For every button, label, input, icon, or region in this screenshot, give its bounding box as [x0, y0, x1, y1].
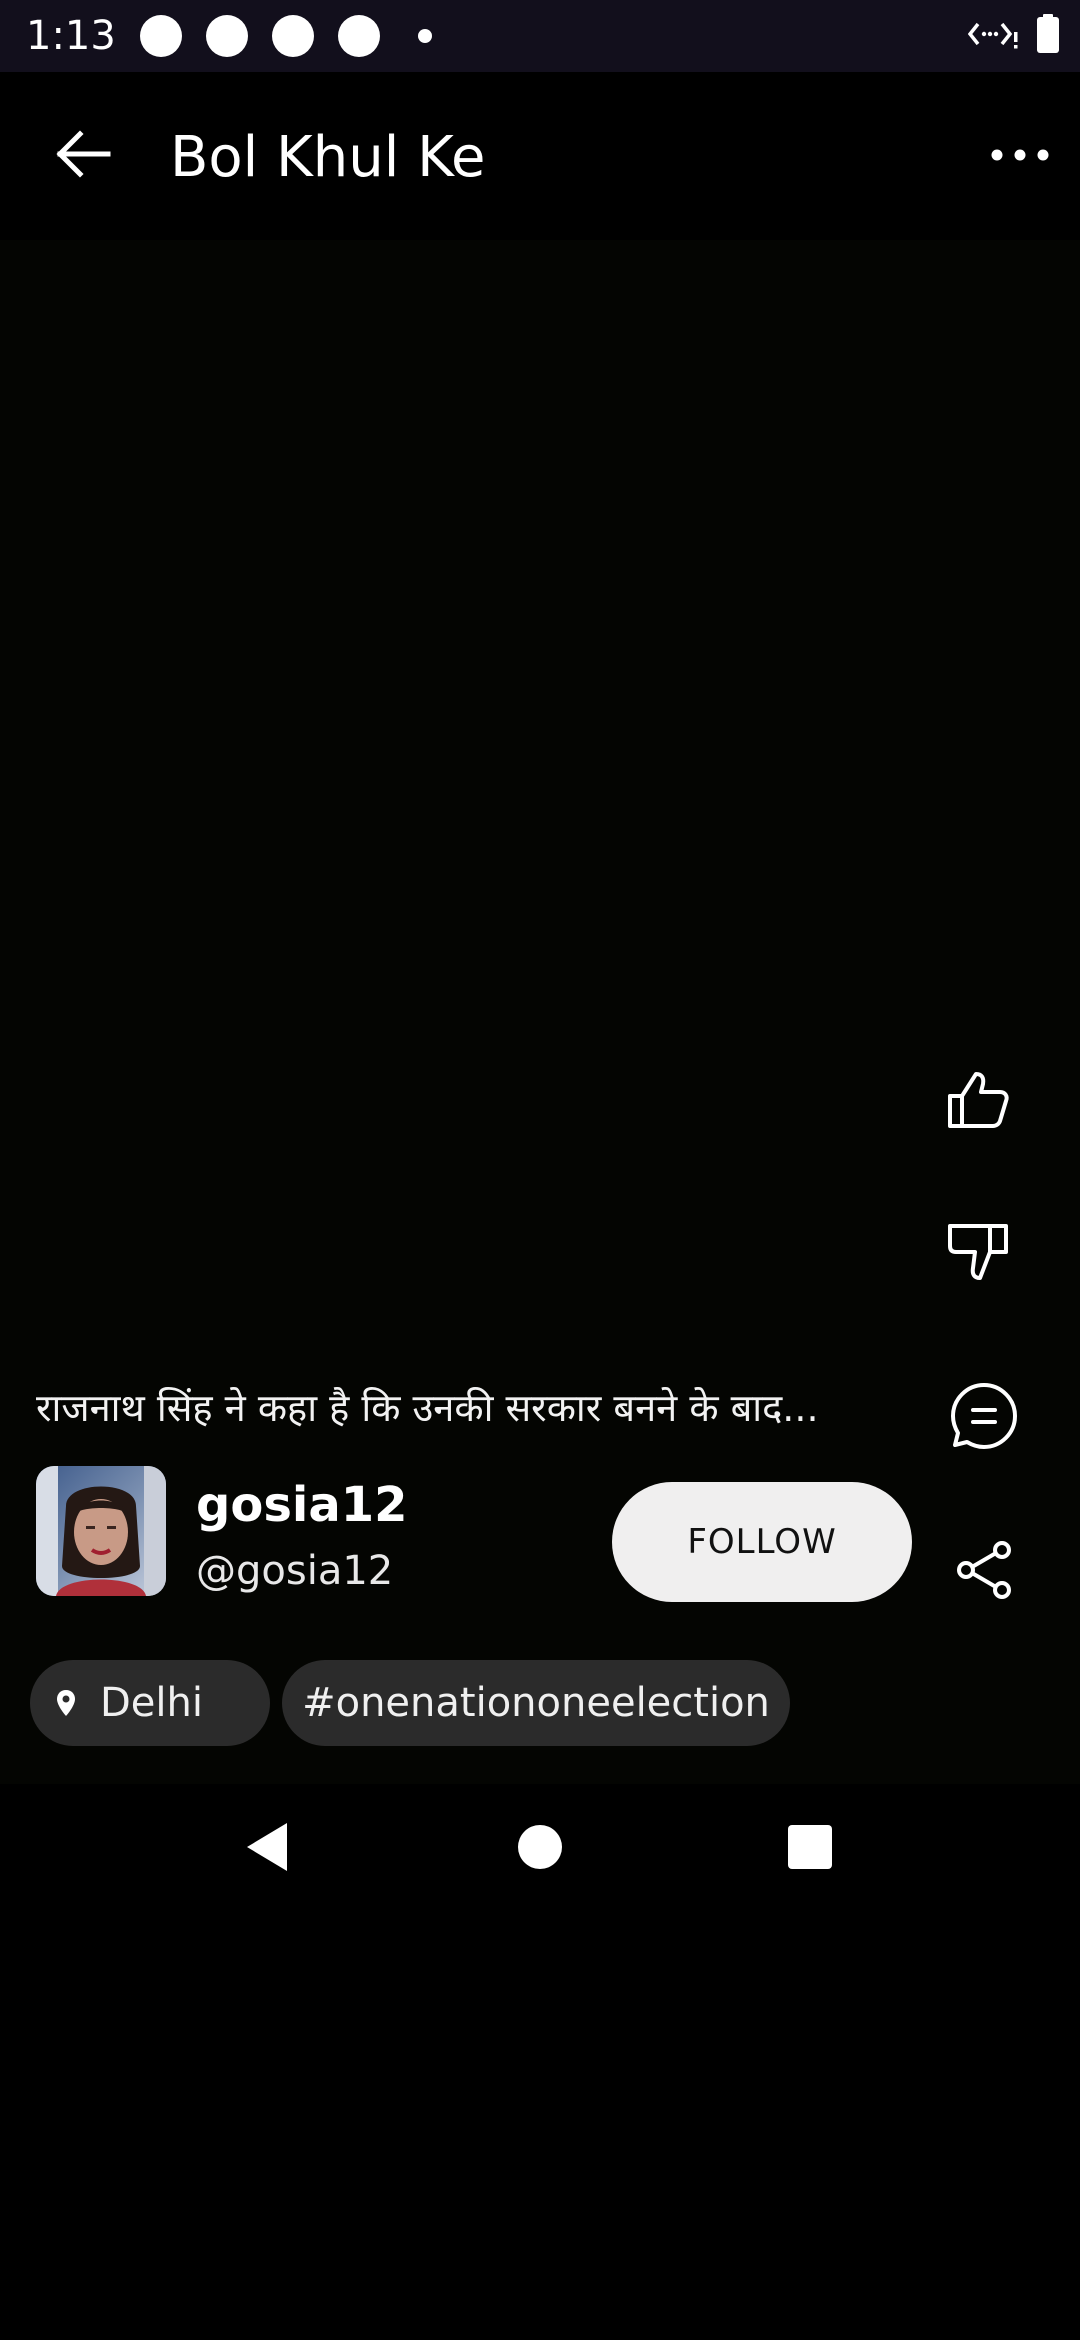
notification-dot-icon — [140, 15, 182, 57]
share-button[interactable] — [936, 1524, 1032, 1620]
system-nav-bar — [0, 1784, 1080, 1914]
battery-icon — [1036, 14, 1060, 58]
small-dot-icon — [418, 29, 432, 43]
nav-home-button[interactable] — [495, 1804, 585, 1894]
nav-back-button[interactable] — [222, 1804, 312, 1894]
comment-button[interactable] — [936, 1370, 1032, 1466]
notification-dot-icon — [272, 15, 314, 57]
back-triangle-icon — [243, 1821, 291, 1877]
status-time: 1:13 — [26, 13, 116, 59]
location-chip[interactable]: Delhi — [30, 1660, 270, 1746]
thumbs-up-icon — [946, 1070, 1010, 1134]
share-icon — [954, 1540, 1014, 1604]
thumbs-down-icon — [946, 1222, 1010, 1286]
author-name[interactable]: gosia12 — [196, 1472, 408, 1538]
hashtag-label: #onenationoneelection — [302, 1680, 770, 1726]
hashtag-chip[interactable]: #onenationoneelection — [282, 1660, 790, 1746]
recents-square-icon — [787, 1824, 833, 1874]
author-handle: @gosia12 — [196, 1548, 394, 1594]
arrow-left-icon — [56, 130, 112, 182]
app-bar: Bol Khul Ke — [0, 72, 1080, 240]
post-caption[interactable]: राजनाथ सिंह ने कहा है कि उनकी सरकार बनने… — [36, 1378, 916, 1438]
location-pin-icon — [56, 1689, 76, 1717]
home-circle-icon — [517, 1824, 563, 1874]
back-button[interactable] — [44, 116, 124, 196]
status-bar: 1:13 — [0, 0, 1080, 72]
follow-button[interactable]: FOLLOW — [612, 1482, 912, 1602]
more-options-button[interactable] — [980, 116, 1060, 196]
nav-recents-button[interactable] — [765, 1804, 855, 1894]
more-horizontal-icon — [990, 147, 1050, 166]
notification-dot-icon — [338, 15, 380, 57]
page-title: Bol Khul Ke — [170, 125, 486, 190]
data-saver-icon — [967, 18, 1020, 54]
dislike-button[interactable] — [930, 1206, 1026, 1302]
location-label: Delhi — [100, 1680, 203, 1726]
status-icons — [967, 14, 1060, 58]
avatar[interactable] — [36, 1466, 166, 1596]
notification-dot-icon — [206, 15, 248, 57]
like-button[interactable] — [930, 1054, 1026, 1150]
comment-icon — [949, 1381, 1019, 1455]
